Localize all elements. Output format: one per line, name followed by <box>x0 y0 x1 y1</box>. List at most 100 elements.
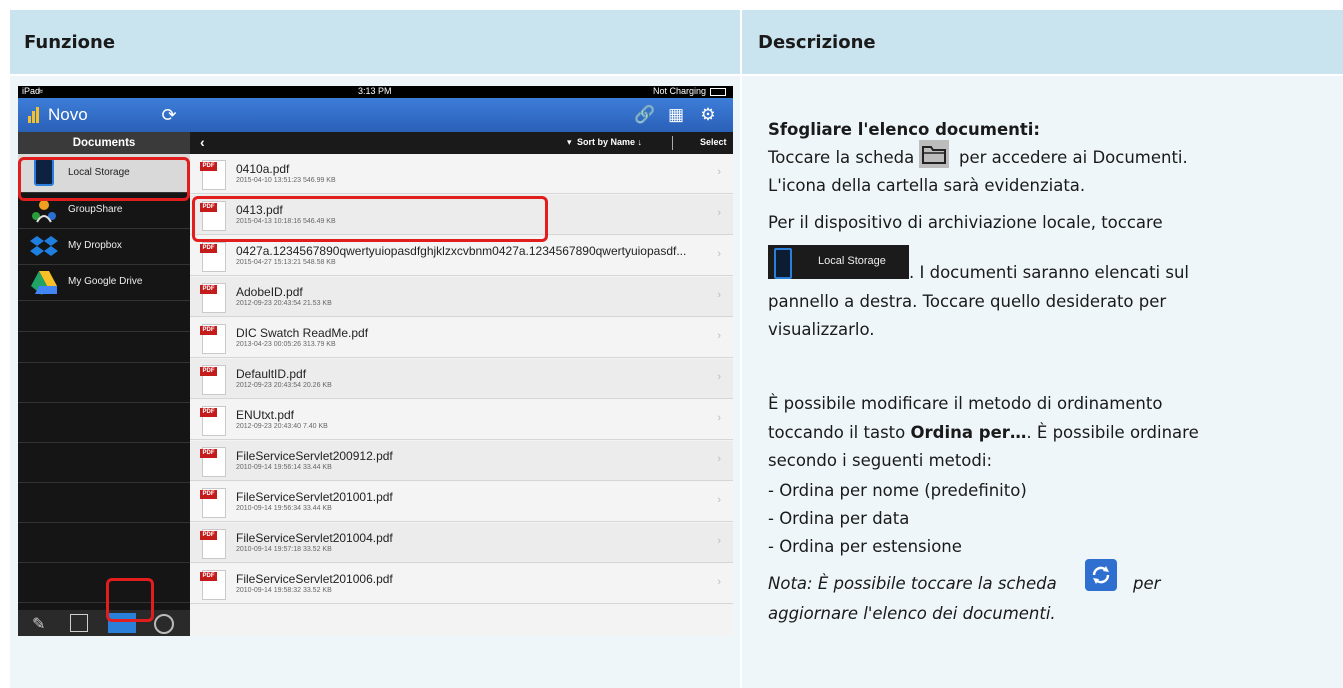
battery-icon <box>710 88 726 96</box>
file-meta: 2010-09-14 19:57:18 33.52 KB <box>236 546 332 553</box>
chevron-right-icon: › <box>717 330 721 342</box>
chevron-right-icon: › <box>717 371 721 383</box>
bullet-sort-date: - Ordina per data <box>768 509 910 528</box>
pen-tab-icon[interactable]: ✎ <box>32 614 45 634</box>
pdf-badge: PDF <box>200 367 217 376</box>
desc-line-8a: toccando il tasto <box>768 423 911 442</box>
local-storage-chip: Local Storage <box>768 245 909 279</box>
globe-tab-icon[interactable] <box>154 614 174 634</box>
sidebar-empty-row <box>18 332 190 363</box>
desc-line-3: Per il dispositivo di archiviazione loca… <box>768 213 1163 232</box>
file-name: FileServiceServlet200912.pdf <box>236 449 393 463</box>
bullet-sort-name: - Ordina per nome (predefinito) <box>768 481 1027 500</box>
back-icon[interactable]: ‹ <box>200 134 205 150</box>
dropbox-icon <box>30 236 58 256</box>
grid-view-icon[interactable]: ▦ <box>666 105 686 125</box>
pdf-badge: PDF <box>200 572 217 581</box>
file-row[interactable]: PDF 0427a.1234567890qwertyuiopasdfghjklzx… <box>190 236 733 276</box>
novo-logo-icon <box>28 107 40 123</box>
sidebar-item-dropbox[interactable]: My Dropbox <box>18 229 190 265</box>
refresh-icon <box>1085 559 1117 591</box>
desc-line-2: L'icona della cartella sarà evidenziata. <box>768 176 1086 195</box>
google-drive-icon <box>31 271 57 295</box>
link-icon[interactable]: 🔗 <box>634 105 655 125</box>
sidebar-tab-bar: ✎ <box>18 610 190 636</box>
sidebar-empty-row <box>18 372 190 403</box>
header-function-label: Funzione <box>24 32 116 53</box>
file-row[interactable]: PDF FileServiceServlet201006.pdf 2010-09-1… <box>190 564 733 604</box>
desc-line-8: toccando il tasto Ordina per…. È possibi… <box>768 423 1199 442</box>
file-meta: 2015-04-10 13:51:23 546.99 KB <box>236 177 336 184</box>
refresh-icon[interactable]: ⟳ <box>160 106 178 124</box>
pdf-badge: PDF <box>200 531 217 540</box>
file-name: ENUtxt.pdf <box>236 408 295 422</box>
app-header: Novo ⟳ <box>18 98 190 132</box>
desc-line-4: . I documenti saranno elencati sul <box>909 263 1190 282</box>
pdf-file-icon: PDF <box>200 488 226 518</box>
settings-gear-icon[interactable]: ⚙ <box>698 105 718 125</box>
file-row[interactable]: PDF FileServiceServlet201004.pdf 2010-09-1… <box>190 523 733 563</box>
status-battery-text: Not Charging <box>653 86 707 96</box>
file-row[interactable]: PDF FileServiceServlet200912.pdf 2010-09-1… <box>190 441 733 481</box>
chevron-right-icon: › <box>717 166 721 178</box>
wifi-icon: ≈ <box>38 86 43 96</box>
sidebar-empty-row <box>18 532 190 563</box>
desc-line-8c: . È possibile ordinare <box>1026 423 1199 442</box>
file-meta: 2013-04-23 00:05:26 313.79 KB <box>236 341 336 348</box>
desc-line-1a: Toccare la scheda <box>768 148 915 167</box>
pdf-file-icon: PDF <box>200 283 226 313</box>
folder-tab-chip <box>919 140 949 168</box>
pdf-file-icon: PDF <box>200 365 226 395</box>
desc-sort-button-name: Ordina per… <box>910 423 1027 442</box>
bullet-sort-extension: - Ordina per estensione <box>768 537 962 556</box>
file-name: FileServiceServlet201004.pdf <box>236 531 393 545</box>
file-row[interactable]: PDF DefaultID.pdf 2012-09-23 20:43:54 20.2… <box>190 359 733 399</box>
header-description-label: Descrizione <box>758 32 876 53</box>
highlight-local-storage <box>18 157 190 201</box>
chevron-right-icon: › <box>717 248 721 260</box>
select-button[interactable]: Select <box>700 137 727 147</box>
note-line-a: Nota: È possibile toccare la scheda <box>768 574 1057 593</box>
file-name: DIC Swatch ReadMe.pdf <box>236 326 369 340</box>
sidebar-item-label: GroupShare <box>68 204 123 215</box>
sidebar-empty-row <box>18 412 190 443</box>
status-bar: iPad ≈ 3:13 PM Not Charging <box>18 86 733 98</box>
file-name: 0410a.pdf <box>236 162 290 176</box>
note-line-c: aggiornare l'elenco dei documenti. <box>768 604 1056 623</box>
tablet-icon <box>774 248 792 279</box>
description-heading: Sfogliare l'elenco documenti: <box>768 120 1041 139</box>
pdf-badge: PDF <box>200 162 217 171</box>
chip-label: Local Storage <box>818 255 886 267</box>
sidebar-empty-row <box>18 572 190 603</box>
chevron-right-icon: › <box>717 453 721 465</box>
file-row[interactable]: PDF FileServiceServlet201001.pdf 2010-09-1… <box>190 482 733 522</box>
file-name: FileServiceServlet201001.pdf <box>236 490 393 504</box>
sidebar-item-google-drive[interactable]: My Google Drive <box>18 265 190 301</box>
sidebar-title: Documents <box>18 132 190 154</box>
table-header-description: Descrizione <box>742 10 1343 74</box>
file-row[interactable]: PDF 0410a.pdf 2015-04-10 13:51:23 546.99 K… <box>190 154 733 194</box>
image-tab-icon[interactable] <box>70 614 88 632</box>
file-meta: 2015-04-27 15:13:21 548.58 KB <box>236 259 336 266</box>
pdf-badge: PDF <box>200 244 217 253</box>
sidebar-empty-row <box>18 452 190 483</box>
desc-line-9: secondo i seguenti metodi: <box>768 451 993 470</box>
pdf-file-icon: PDF <box>200 160 226 190</box>
file-name: AdobeID.pdf <box>236 285 303 299</box>
description-cell <box>742 76 1343 688</box>
sort-button[interactable]: Sort by Name ↓ <box>577 137 642 147</box>
file-meta: 2012-09-23 20:43:40 7.40 KB <box>236 423 328 430</box>
file-row[interactable]: PDF ENUtxt.pdf 2012-09-23 20:43:40 7.40 KB… <box>190 400 733 440</box>
desc-line-6: visualizzarlo. <box>768 320 875 339</box>
file-row[interactable]: PDF DIC Swatch ReadMe.pdf 2013-04-23 00:05… <box>190 318 733 358</box>
desc-line-7: È possibile modificare il metodo di ordi… <box>768 394 1163 413</box>
file-name: FileServiceServlet201006.pdf <box>236 572 393 586</box>
file-row[interactable]: PDF AdobeID.pdf 2012-09-23 20:43:54 21.53 … <box>190 277 733 317</box>
top-toolbar: 🔗 ▦ ⚙ <box>190 98 733 132</box>
chevron-right-icon: › <box>717 289 721 301</box>
sidebar-item-label: My Google Drive <box>68 276 143 287</box>
highlight-file-0413 <box>192 196 548 242</box>
sidebar-item-label: My Dropbox <box>68 240 122 251</box>
desc-line-5: pannello a destra. Toccare quello deside… <box>768 292 1167 311</box>
app-name: Novo <box>48 105 88 124</box>
